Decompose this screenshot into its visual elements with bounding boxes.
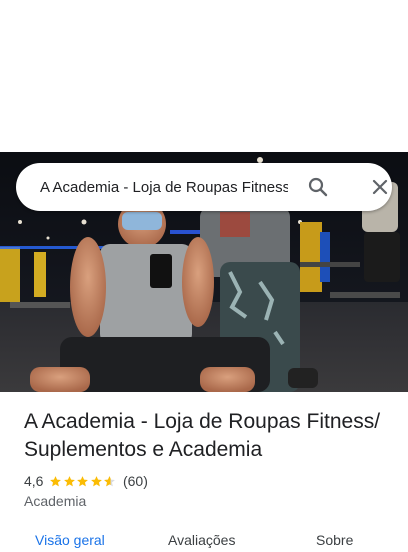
- search-query[interactable]: A Academia - Loja de Roupas Fitness/ Sup…: [40, 179, 288, 196]
- place-category[interactable]: Academia: [24, 493, 86, 509]
- rating-row[interactable]: 4,6 (60): [24, 471, 148, 491]
- tab-overview[interactable]: Visão geral: [35, 532, 105, 548]
- map-area-blank: [0, 0, 408, 152]
- rating-value: 4,6: [24, 473, 44, 489]
- search-icon[interactable]: [306, 175, 330, 199]
- place-title: A Academia - Loja de Roupas Fitness/ Sup…: [24, 410, 381, 461]
- half-star-icon: [104, 475, 116, 486]
- star-icon: [77, 475, 89, 486]
- place-tabs: Visão geral Avaliações Sobre: [0, 528, 408, 552]
- star-rating: [49, 475, 117, 488]
- tab-reviews[interactable]: Avaliações: [168, 532, 235, 548]
- review-count[interactable]: (60): [123, 473, 148, 489]
- star-icon: [91, 475, 102, 486]
- close-icon[interactable]: [368, 175, 392, 199]
- tab-about[interactable]: Sobre: [316, 532, 353, 548]
- star-icon: [50, 475, 62, 486]
- star-icon: [64, 475, 75, 486]
- search-bar[interactable]: A Academia - Loja de Roupas Fitness/ Sup…: [16, 163, 392, 211]
